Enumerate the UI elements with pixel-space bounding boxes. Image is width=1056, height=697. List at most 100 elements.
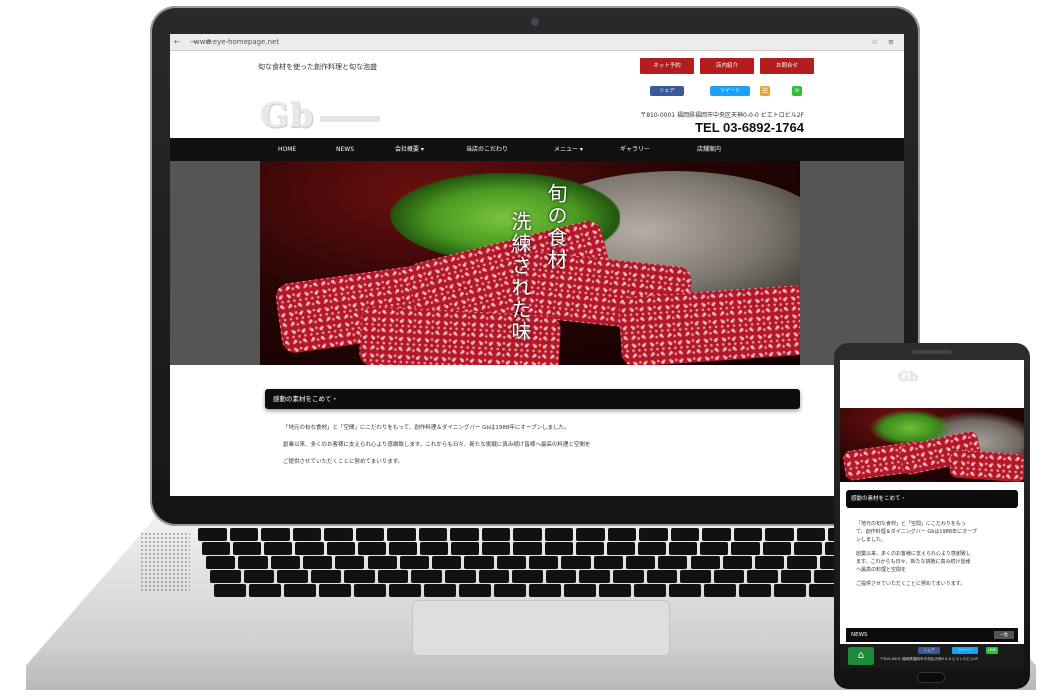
keyboard-key [722,556,753,569]
phone-paragraph-line: へ最高の料理と空間を [856,567,907,573]
keyboard-key [214,584,246,597]
keyboard-key [451,542,480,555]
keyboard-key [326,542,355,555]
keyboard-key [564,584,596,597]
keyboard-key [612,570,644,583]
keyboard-key [261,528,290,541]
keyboard-key [512,570,543,583]
nav-commitment[interactable]: 当店のこだわり [466,138,508,161]
phone-facebook-share[interactable]: シェア [918,647,940,654]
keyboard-key [646,570,678,583]
keyboard-key [606,542,635,555]
keyboard-key [377,570,409,583]
hero-caption-refined: 洗練された味 [508,211,532,343]
keyboard-key [229,528,259,541]
phone-paragraph-line: ます。これからも日々、新たな挑戦に真み続け皆様 [856,559,971,565]
nav-company[interactable]: 会社概要 ▾ [395,138,424,161]
keyboard-key [739,584,771,597]
keyboard-key [599,584,631,597]
phone-number[interactable]: TEL 03-6892-1764 [695,120,804,135]
keyboard-key [210,570,241,583]
keyboard-key [625,556,656,569]
nav-home[interactable]: HOME [278,138,296,161]
phone-paragraph-line: 「地元の旬な食材」と「空間」にこだわりをもっ [856,521,966,527]
home-icon[interactable]: ⌂ [848,647,874,665]
keyboard-key [445,570,476,583]
keyboard-key [780,570,812,583]
keyboard-key [249,584,281,597]
keyboard-key [669,584,701,597]
store-info-button[interactable]: 店内紹介 [700,58,754,74]
keyboard-key [277,570,308,583]
nav-access[interactable]: 店舗案内 [697,138,721,161]
twitter-tweet-button[interactable]: ツイート [710,86,750,96]
phone-footer-address: 〒810-0001 福岡県福岡市中央区天神0-0-0 ビエトロビル2F [880,657,979,661]
keyboard-key [399,556,430,569]
keyboard-key [700,542,729,555]
keyboard-key [544,528,574,541]
keyboard-key [513,542,542,555]
keyboard-key [233,542,262,555]
keyboard-key [575,542,604,555]
browser-address-bar[interactable]: ← → ⟳ www.eye-homepage.net ☆ ≡ [170,34,904,51]
keyboard-key [324,528,353,541]
keyboard-key [295,542,324,555]
phone-section-heading: 感動の素材をこめて・ [846,490,1018,508]
keyboard-key [669,542,698,555]
phone-twitter-tweet[interactable]: ツイート [952,647,978,654]
facebook-share-button[interactable]: シェア [650,86,684,96]
section-heading: 感動の素材をこめて・ [265,389,800,409]
site-tagline: 旬な食材を使った創作料理と旬な泡盛 [258,63,377,71]
phone-paragraph-line: ンしました。 [856,537,887,543]
keyboard-key [774,584,806,597]
keyboard-key [680,570,711,583]
rss-icon[interactable]: ☰ [760,86,770,96]
keyboard-key [496,556,526,569]
keyboard-key [344,570,375,583]
keyboard-key [243,570,275,583]
nav-menu[interactable]: メニュー ▾ [554,138,583,161]
url-text[interactable]: www.eye-homepage.net [194,34,279,50]
keyboard-key [576,528,605,541]
keyboard-key [481,528,511,541]
reserve-button[interactable]: ネット予約 [640,58,694,74]
keyboard-key [202,542,231,555]
keyboard-key [387,528,416,541]
phone-home-button[interactable] [918,673,944,682]
keyboard-key [733,528,763,541]
keyboard-key [638,542,667,555]
phone-news-label: NEWS [851,632,868,638]
keyboard-key [388,542,417,555]
keyboard-key [796,528,826,541]
nav-gallery[interactable]: ギャラリー [620,138,650,161]
speaker-grille-left [140,532,190,592]
line-icon[interactable]: ✉ [792,86,802,96]
hero-image: 旬の食材 洗練された味 [260,161,800,365]
intro-paragraph: 「地元の旬な食材」と「空間」にこだわりをもって、創作料理＆ダイニングバー Gbは… [283,425,570,431]
phone-site-logo[interactable]: Gb [898,370,918,385]
keyboard-key [529,556,559,569]
keyboard-key [639,528,668,541]
keyboard-key [793,542,822,555]
keyboard-key [593,556,623,569]
keyboard-key [292,528,322,541]
hero-caption-seasonal: 旬の食材 [544,183,568,271]
keyboard-key [302,556,333,569]
keyboard-key [432,556,462,569]
site-logo[interactable]: Gb [260,96,315,136]
nav-news[interactable]: NEWS [336,138,354,161]
keyboard-key [411,570,443,583]
webcam-icon [531,18,539,26]
laptop-trackpad [412,600,670,656]
keyboard-key [713,570,745,583]
phone-news-more-button[interactable]: 一覧 [994,631,1014,639]
phone-news-heading[interactable]: NEWS 一覧 [846,628,1018,642]
keyboard-key [424,584,456,597]
contact-button[interactable]: お問合せ [760,58,814,74]
keyboard-key [607,528,637,541]
browser-toolbar-icons[interactable]: ☆ ≡ [872,34,898,50]
keyboard-key [357,542,386,555]
keyboard-key [579,570,610,583]
phone-line-button[interactable]: LINE [986,647,998,654]
keyboard-key [389,584,421,597]
